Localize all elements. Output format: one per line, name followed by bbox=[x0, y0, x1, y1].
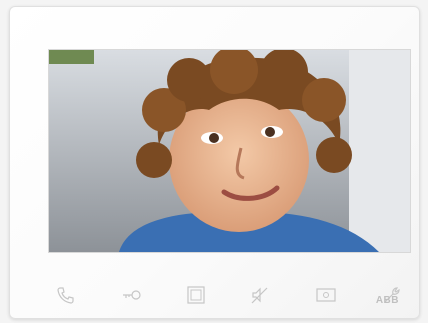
door-release-button[interactable] bbox=[120, 283, 144, 307]
key-icon bbox=[123, 290, 141, 300]
intercom-panel: ABB bbox=[9, 6, 420, 319]
square-icon bbox=[187, 286, 205, 304]
brand-logo: ABB bbox=[375, 295, 399, 306]
control-bar bbox=[48, 283, 409, 307]
mute-button[interactable] bbox=[248, 283, 272, 307]
menu-button[interactable] bbox=[184, 283, 208, 307]
monitor-button[interactable] bbox=[314, 283, 338, 307]
phone-icon bbox=[57, 287, 74, 304]
video-feed bbox=[48, 49, 411, 253]
screen-icon bbox=[316, 288, 336, 302]
mute-icon bbox=[251, 287, 268, 304]
video-image bbox=[49, 50, 410, 252]
call-button[interactable] bbox=[54, 283, 78, 307]
